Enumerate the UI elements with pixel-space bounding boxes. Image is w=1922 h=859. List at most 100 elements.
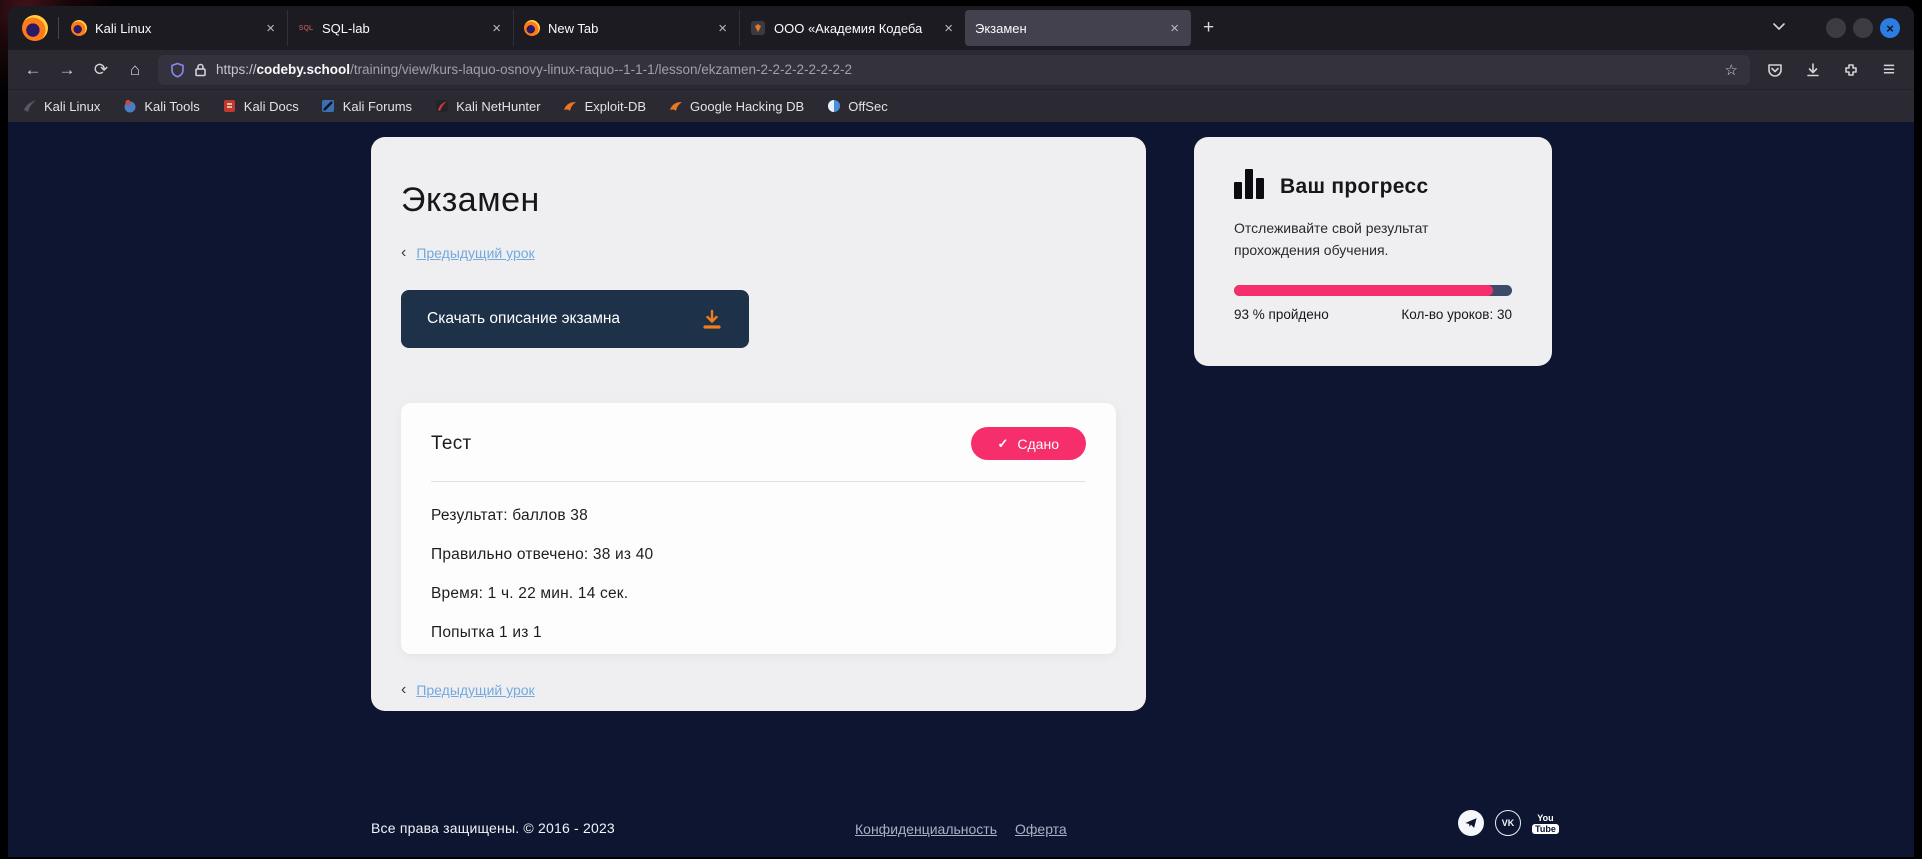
footer-copyright: Все права защищены. © 2016 - 2023 [371,820,615,836]
downloads-icon[interactable] [1796,55,1830,85]
kali-docs-icon [222,99,237,114]
tab-ekzamen-active[interactable]: Экзамен × [965,10,1191,46]
close-tab-icon[interactable]: × [264,20,277,37]
bookmark-star-icon[interactable]: ☆ [1725,61,1738,79]
navigation-toolbar: ← → ⟳ ⌂ https://codeby.school/training/v… [8,50,1914,89]
tab-separator [58,17,59,39]
tab-title: Экзамен [975,21,1160,36]
footer-offer-link[interactable]: Оферта [1015,821,1067,837]
list-all-tabs-chevron-icon[interactable] [1772,19,1786,38]
toolbar-right-icons: ≡ [1758,55,1906,85]
test-result-card: Тест ✓ Сдано Результат: баллов 38 Правил… [401,403,1116,654]
progress-card: Ваш прогресс Отслеживайте свой результат… [1194,137,1552,366]
bookmark-label: Kali Linux [44,99,100,114]
bookmark-kali-linux[interactable]: Kali Linux [22,99,100,114]
tab-kali-linux[interactable]: Kali Linux × [61,10,287,46]
footer-privacy-link[interactable]: Конфиденциальность [855,821,997,837]
bookmark-google-hacking-db[interactable]: Google Hacking DB [668,99,804,114]
progress-bar-track [1234,285,1512,296]
bookmark-label: Kali NetHunter [456,99,541,114]
bookmark-kali-forums[interactable]: Kali Forums [321,99,412,114]
youtube-icon[interactable]: You Tube [1532,813,1559,834]
previous-lesson-label[interactable]: Предыдущий урок [416,245,534,261]
firefox-favicon [524,20,540,36]
download-icon [701,308,723,330]
tab-new-tab[interactable]: New Tab × [513,10,739,46]
vk-icon[interactable]: VK [1495,810,1521,836]
firefox-logo-icon[interactable] [22,15,48,41]
ghdb-bird-icon [668,99,683,114]
status-badge-passed: ✓ Сдано [971,427,1087,460]
social-links: VK You Tube [1458,810,1559,836]
youtube-you-label: You [1537,813,1553,823]
bookmark-label: OffSec [848,99,888,114]
forward-icon[interactable]: → [50,55,84,85]
progress-labels-row: 93 % пройдено Кол-во уроков: 30 [1234,307,1512,322]
result-score-line: Результат: баллов 38 [431,507,1086,525]
download-exam-description-button[interactable]: Скачать описание экзамна [401,290,749,348]
youtube-tube-label: Tube [1532,824,1559,834]
url-text[interactable]: https://codeby.school/training/view/kurs… [216,62,1716,77]
close-tab-icon[interactable]: × [942,20,955,37]
home-icon[interactable]: ⌂ [118,55,152,85]
previous-lesson-link-top[interactable]: ‹ Предыдущий урок [401,244,1116,262]
tab-codeby-academy[interactable]: ООО «Академия Кодеба × [739,10,965,46]
bookmark-kali-nethunter[interactable]: Kali NetHunter [434,99,541,114]
window-close-button[interactable]: × [1880,18,1900,38]
kali-nethunter-icon [434,99,449,114]
bookmark-kali-docs[interactable]: Kali Docs [222,99,299,114]
kali-tools-icon [122,99,137,114]
reload-icon[interactable]: ⟳ [84,55,118,85]
result-correct-line: Правильно отвечено: 38 из 40 [431,546,1086,564]
chevron-left-icon: ‹ [401,681,406,699]
bookmark-label: Kali Forums [343,99,412,114]
page-viewport: Экзамен ‹ Предыдущий урок Скачать описан… [8,122,1914,857]
bookmark-exploit-db[interactable]: Exploit-DB [563,99,646,114]
tab-sql-lab[interactable]: SQL SQL-lab × [287,10,513,46]
close-tab-icon[interactable]: × [1168,20,1181,37]
url-path: /training/view/kurs-laquo-osnovy-linux-r… [350,62,852,77]
tab-title: Kali Linux [95,21,256,36]
result-time-line: Время: 1 ч. 22 мин. 14 сек. [431,585,1086,603]
lock-icon[interactable] [194,63,207,77]
tab-title: SQL-lab [322,21,482,36]
maximize-button[interactable] [1853,18,1873,38]
url-bar[interactable]: https://codeby.school/training/view/kurs… [158,55,1750,85]
status-badge-label: Сдано [1017,436,1059,452]
url-scheme: https:// [216,62,257,77]
check-icon: ✓ [998,436,1009,452]
bookmark-label: Google Hacking DB [690,99,804,114]
codeby-shield-favicon [750,20,766,36]
download-button-label: Скачать описание экзамна [427,310,620,328]
tab-bar: Kali Linux × SQL SQL-lab × New Tab × ООО… [8,6,1914,50]
chevron-left-icon: ‹ [401,244,406,262]
bookmark-kali-tools[interactable]: Kali Tools [122,99,199,114]
desktop-frame: Kali Linux × SQL SQL-lab × New Tab × ООО… [0,0,1922,859]
menu-hamburger-icon[interactable]: ≡ [1872,55,1906,85]
kali-forums-icon [321,99,336,114]
tab-title: ООО «Академия Кодеба [774,21,934,36]
close-tab-icon[interactable]: × [490,20,503,37]
kali-dragon-icon [22,99,37,114]
exploit-db-bird-icon [563,99,578,114]
extensions-puzzle-icon[interactable] [1834,55,1868,85]
test-header-row: Тест ✓ Сдано [431,427,1086,460]
progress-header: Ваш прогресс [1234,169,1512,199]
progress-fill [1234,285,1493,296]
exam-card: Экзамен ‹ Предыдущий урок Скачать описан… [371,137,1146,711]
result-attempt-line: Попытка 1 из 1 [431,624,1086,642]
previous-lesson-link-bottom[interactable]: ‹ Предыдущий урок [401,681,1116,699]
tracking-shield-icon[interactable] [170,62,185,78]
previous-lesson-label[interactable]: Предыдущий урок [416,682,534,698]
close-tab-icon[interactable]: × [716,20,729,37]
back-icon[interactable]: ← [16,55,50,85]
vk-label: VK [1502,818,1515,828]
telegram-icon[interactable] [1458,810,1484,836]
minimize-button[interactable] [1826,18,1846,38]
new-tab-button[interactable]: + [1191,17,1226,39]
pocket-icon[interactable] [1758,55,1792,85]
bookmark-offsec[interactable]: OffSec [826,99,888,114]
progress-title: Ваш прогресс [1280,175,1428,199]
firefox-favicon [71,20,87,36]
sql-favicon: SQL [298,20,314,36]
